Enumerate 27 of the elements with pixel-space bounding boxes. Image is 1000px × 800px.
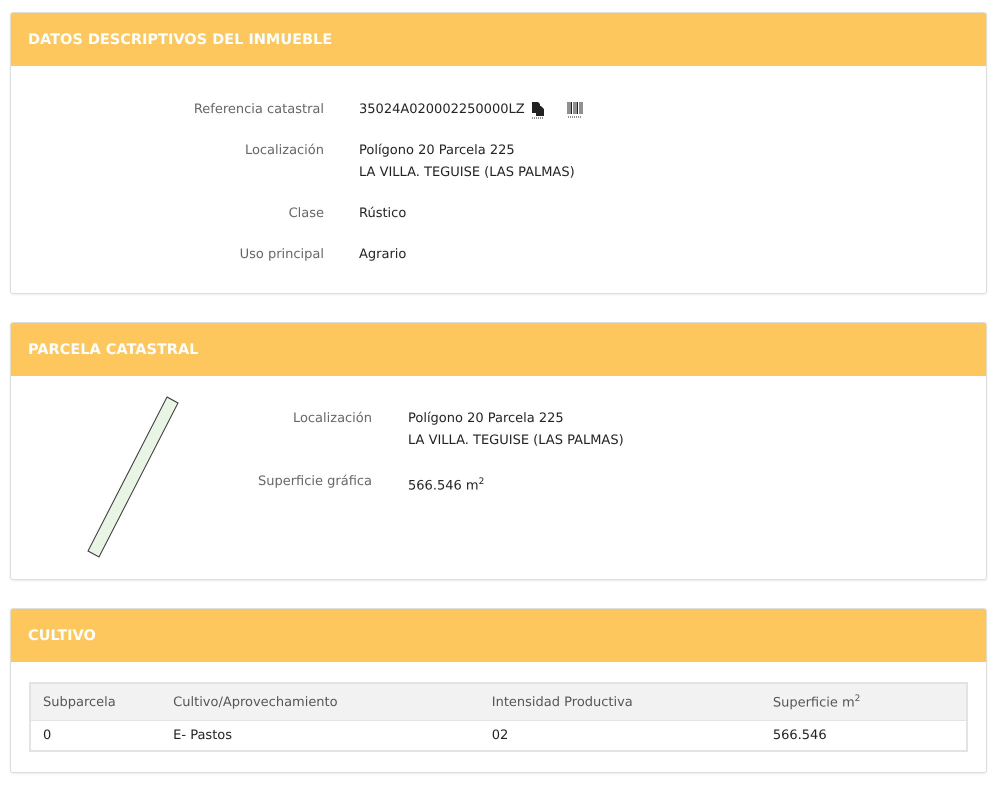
section-header: PARCELA CATASTRAL — [11, 323, 986, 376]
section-header: CULTIVO — [11, 609, 986, 662]
table-cell: 02 — [480, 720, 761, 751]
field-label: Localización — [292, 410, 372, 428]
field-label: Clase — [288, 205, 324, 223]
barcode-icon[interactable] — [566, 101, 583, 119]
field-label: Localización — [244, 142, 324, 160]
field-label: Superficie gráfica — [256, 473, 372, 491]
table-cell: E- Pastos — [161, 720, 480, 751]
table-cell: 566.546 — [760, 720, 967, 751]
field-value: LA VILLA. TEGUISE (LAS PALMAS) — [408, 432, 624, 450]
column-header: Cultivo/Aprovechamiento — [161, 683, 480, 720]
field-label: Uso principal — [238, 246, 324, 264]
field-value: 35024A020002250000LZ — [359, 101, 525, 119]
field-value: LA VILLA. TEGUISE (LAS PALMAS) — [359, 164, 576, 182]
copy-icon[interactable] — [530, 101, 545, 119]
field-value: Rústico — [359, 205, 408, 223]
field-label: Referencia catastral — [192, 101, 324, 119]
table-cell: 0 — [30, 720, 162, 751]
column-header: Superficie m$^{2}$ — [760, 683, 967, 720]
column-header: Intensidad Productiva — [480, 683, 761, 720]
column-header: Subparcela — [30, 683, 162, 720]
section-header: DATOS DESCRIPTIVOS DEL INMUEBLE — [11, 13, 986, 66]
field-value: Agrario — [359, 246, 408, 264]
field-value: Polígono 20 Parcela 225 — [408, 410, 565, 428]
field-value: Polígono 20 Parcela 225 — [359, 142, 516, 160]
field-value: 566.546 m$^{2}$ — [408, 476, 486, 496]
